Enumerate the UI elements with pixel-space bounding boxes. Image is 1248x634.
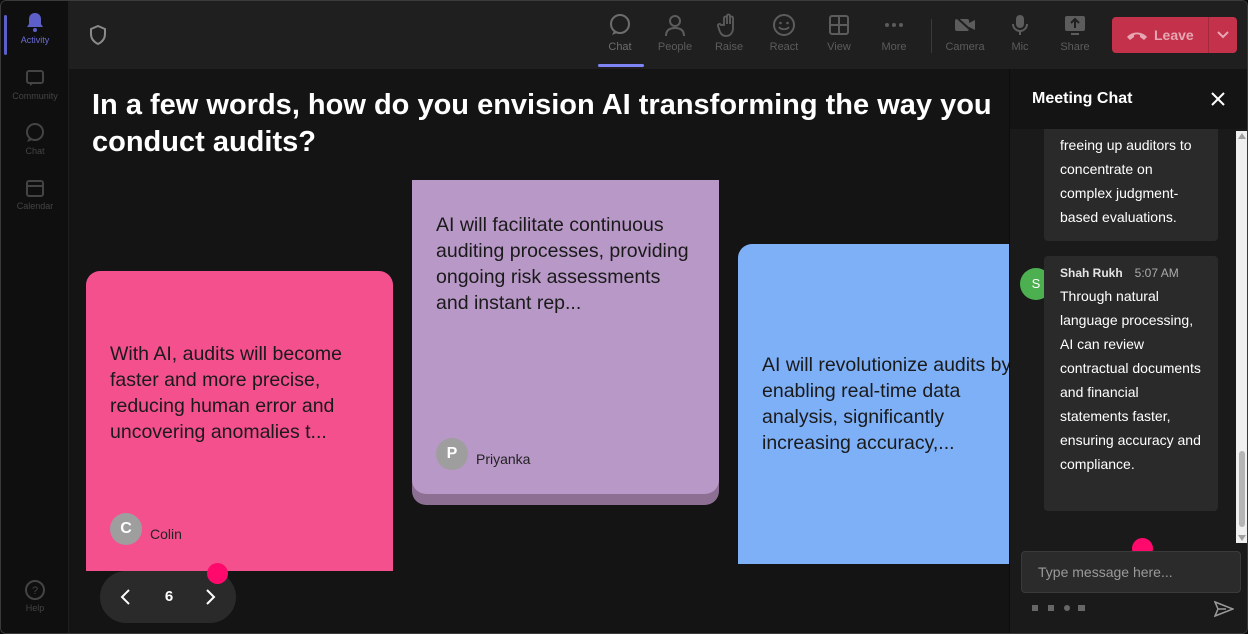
mic-button[interactable]: Mic [993, 11, 1047, 61]
leave-label: Leave [1154, 27, 1194, 43]
teams-meeting-window: Activity Community Chat Calendar ? Help … [0, 0, 1248, 634]
view-label: View [827, 41, 851, 53]
response-card[interactable]: AI will facilitate continuous auditing p… [412, 180, 719, 494]
rail-label: Calendar [16, 201, 54, 211]
chat-button[interactable]: Chat [593, 11, 647, 61]
leave-button[interactable]: Leave [1112, 17, 1237, 53]
rail-label: Activity [20, 35, 50, 45]
response-text: With AI, audits will become faster and m… [110, 343, 342, 443]
meeting-chat-panel: Meeting Chat freeing up auditors to conc… [1009, 69, 1247, 633]
rail-item-help[interactable]: ? Help [1, 579, 69, 613]
chat-title: Meeting Chat [1032, 90, 1133, 107]
response-card[interactable]: With AI, audits will become faster and m… [86, 271, 393, 571]
question-title: In a few words, how do you envision AI t… [92, 89, 992, 158]
camera-button[interactable]: Camera [938, 11, 992, 61]
chevron-right-icon[interactable] [202, 587, 218, 607]
rail-item-activity[interactable]: Activity [1, 11, 69, 55]
response-text: AI will facilitate continuous auditing p… [436, 214, 689, 314]
chat-icon [26, 123, 44, 142]
mic-label: Mic [1011, 41, 1029, 53]
response-text: AI will revolutionize audits by enabling… [762, 354, 1009, 454]
left-rail: Activity Community Chat Calendar ? Help [1, 1, 69, 633]
message-meta: Shah Rukh 5:07 AM [1060, 264, 1202, 282]
chat-icon [610, 14, 630, 35]
chat-label: Chat [608, 41, 632, 53]
share-button[interactable]: Share [1048, 11, 1102, 61]
camera-label: Camera [945, 41, 985, 53]
format-tools-icon[interactable] [1032, 603, 1102, 613]
close-icon[interactable] [1210, 91, 1226, 107]
chevron-left-icon[interactable] [118, 587, 134, 607]
smiley-icon [773, 14, 795, 36]
message-time: 5:07 AM [1134, 266, 1179, 280]
svg-text:?: ? [32, 585, 38, 597]
chat-message: Shah Rukh 5:07 AM Through natural languag… [1044, 256, 1218, 511]
more-icon [885, 23, 903, 27]
microphone-icon [1012, 15, 1028, 35]
community-icon [26, 70, 44, 86]
people-button[interactable]: People [648, 11, 702, 61]
leave-divider [1208, 17, 1209, 53]
share-label: Share [1060, 41, 1090, 53]
more-label: More [881, 41, 907, 53]
active-tab-indicator [598, 64, 644, 67]
message-input[interactable]: Type message here... [1021, 551, 1241, 593]
rail-item-calendar[interactable]: Calendar [1, 177, 69, 211]
camera-off-icon [954, 15, 976, 35]
rail-item-chat[interactable]: Chat [1, 122, 69, 156]
rail-label: Help [25, 603, 45, 613]
sender-name: Shah Rukh [1060, 266, 1123, 280]
message-text: freeing up auditors to concentrate on co… [1060, 137, 1192, 225]
chat-header: Meeting Chat [1010, 69, 1247, 129]
send-icon[interactable] [1214, 600, 1234, 618]
chevron-down-icon[interactable] [1216, 29, 1230, 41]
page-number: 6 [164, 588, 174, 605]
hangup-icon [1127, 32, 1147, 40]
people-label: People [657, 41, 693, 53]
chat-scrollbar[interactable] [1236, 131, 1247, 543]
chat-message: freeing up auditors to concentrate on co… [1044, 129, 1218, 241]
scroll-down-icon[interactable] [1238, 535, 1246, 541]
scroll-up-icon[interactable] [1238, 133, 1246, 139]
shield-icon[interactable] [89, 25, 107, 45]
rail-item-community[interactable]: Community [1, 67, 69, 101]
avatar: C [110, 513, 142, 545]
author-name: Priyanka [476, 451, 531, 467]
share-screen-icon [1065, 16, 1085, 35]
presentation-stage: In a few words, how do you envision AI t… [69, 69, 1009, 633]
more-button[interactable]: More [867, 11, 921, 61]
help-icon: ? [25, 580, 45, 600]
cursor-indicator-dot [207, 563, 228, 584]
grid-icon [829, 15, 849, 35]
message-text: Through natural language processing, AI … [1060, 288, 1201, 472]
avatar: P [436, 438, 468, 470]
calendar-icon [26, 180, 44, 197]
react-label: React [769, 41, 799, 53]
raise-hand-button[interactable]: Raise [702, 11, 756, 61]
rail-label: Chat [25, 146, 45, 156]
author-name: Colin [150, 526, 182, 542]
view-button[interactable]: View [812, 11, 866, 61]
meeting-toolbar: Chat People Raise React View More Camera [69, 1, 1247, 69]
raise-label: Raise [714, 41, 744, 53]
scrollbar-thumb[interactable] [1239, 451, 1245, 527]
response-card[interactable]: AI will revolutionize audits by enabling… [738, 244, 1009, 564]
react-button[interactable]: React [757, 11, 811, 61]
hand-icon [717, 13, 734, 37]
people-icon [665, 15, 685, 37]
bell-icon [27, 13, 43, 32]
toolbar-divider [931, 19, 932, 53]
rail-label: Community [12, 91, 58, 101]
